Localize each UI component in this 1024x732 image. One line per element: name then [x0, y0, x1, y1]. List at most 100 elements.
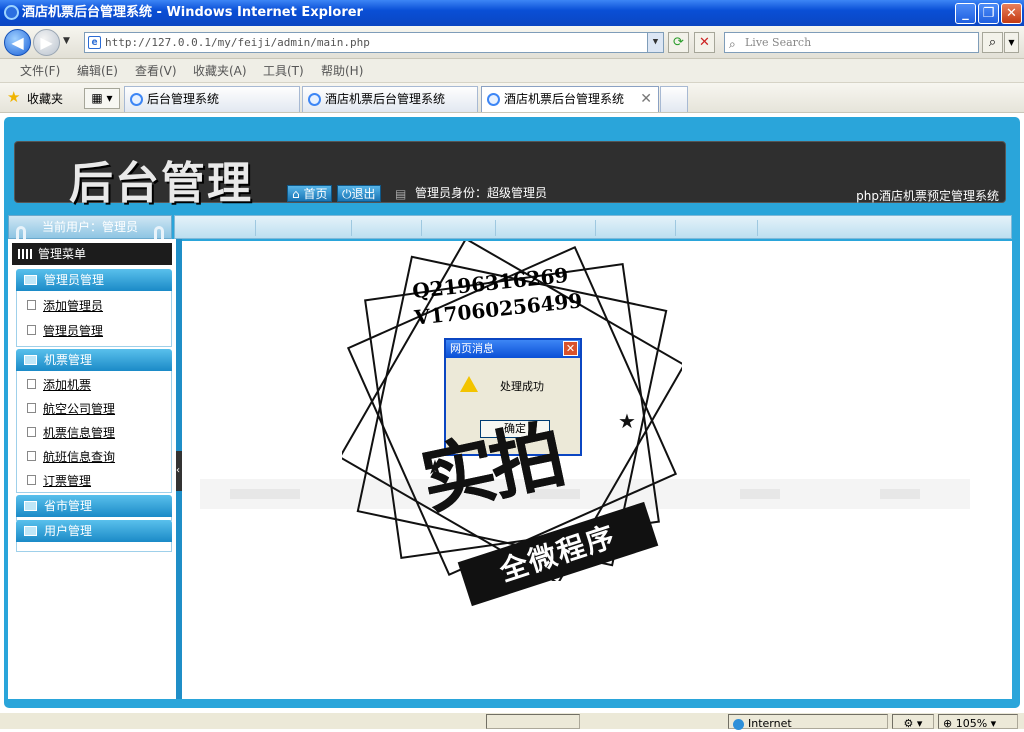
- search-input[interactable]: ⌕ Live Search: [724, 32, 979, 53]
- book-icon: [24, 355, 37, 365]
- tab-label: 酒店机票后台管理系统: [504, 92, 625, 106]
- document-icon: [27, 427, 36, 437]
- group-admin-management[interactable]: 管理员管理: [16, 269, 172, 291]
- menu-edit[interactable]: 编辑(E): [77, 59, 118, 83]
- maximize-button[interactable]: ❐: [978, 3, 999, 24]
- zone-label: Internet: [748, 717, 792, 730]
- header-banner: 后台管理 ⌂ 首页 ⏻退出 ▤ 管理员身份：超级管理员 php酒店机票预定管理系…: [14, 141, 1006, 209]
- menu-favorites[interactable]: 收藏夹(A): [193, 59, 247, 83]
- toolbar-divider: [255, 220, 256, 236]
- site-logo: 后台管理: [69, 158, 253, 209]
- ie-tab-icon: [130, 93, 143, 106]
- logout-label: 退出: [351, 187, 376, 201]
- minimize-button[interactable]: _: [955, 3, 976, 24]
- document-icon: [27, 325, 36, 335]
- address-dropdown-icon[interactable]: ▼: [647, 33, 663, 52]
- zoom-button[interactable]: ⊕ 105% ▾: [938, 714, 1018, 730]
- search-placeholder: Live Search: [745, 36, 812, 49]
- menu-view[interactable]: 查看(V): [135, 59, 177, 83]
- toolbar-divider: [495, 220, 496, 236]
- star-icon: ★: [426, 455, 444, 479]
- search-icon: ⌕: [729, 37, 736, 51]
- content-toolbar: [174, 215, 1012, 239]
- ie-logo-icon: [4, 5, 19, 20]
- group-label: 机票管理: [44, 353, 93, 367]
- forward-button[interactable]: ▶: [33, 29, 60, 56]
- group-admin-items: 添加管理员 管理员管理: [16, 291, 172, 347]
- stop-button[interactable]: ✕: [694, 32, 715, 53]
- power-icon: ⏻: [342, 187, 352, 201]
- star-icon: ★: [618, 409, 636, 433]
- toolbar-divider: [675, 220, 676, 236]
- quick-tabs-button[interactable]: ▦ ▾: [84, 88, 120, 109]
- address-text: http://127.0.0.1/my/feiji/admin/main.php: [105, 36, 370, 49]
- menu-tools[interactable]: 工具(T): [263, 59, 304, 83]
- sidebar-item-add-ticket[interactable]: 添加机票: [27, 376, 91, 393]
- admin-role: 管理员身份：超级管理员: [415, 186, 548, 200]
- address-bar[interactable]: e http://127.0.0.1/my/feiji/admin/main.p…: [84, 32, 664, 53]
- toolbar-divider: [757, 220, 758, 236]
- sidebar-item-add-admin[interactable]: 添加管理员: [27, 297, 103, 314]
- menu-title-label: 管理菜单: [38, 247, 87, 261]
- group-label: 用户管理: [44, 524, 93, 538]
- logout-button[interactable]: ⏻退出: [337, 185, 381, 202]
- status-bar: Internet ⚙ ▾ ⊕ 105% ▾: [0, 712, 1024, 730]
- refresh-button[interactable]: ⟳: [668, 32, 689, 53]
- protected-mode-button[interactable]: ⚙ ▾: [892, 714, 934, 730]
- history-dropdown-icon[interactable]: ▼: [63, 36, 70, 46]
- system-name: php酒店机票预定管理系统: [856, 189, 999, 203]
- faded-cell: [880, 489, 920, 499]
- document-icon: [27, 300, 36, 310]
- new-tab-button[interactable]: [660, 86, 688, 112]
- close-window-button[interactable]: ✕: [1001, 3, 1022, 24]
- sidebar-item-flight-query[interactable]: 航班信息查询: [27, 448, 115, 465]
- tab-label: 酒店机票后台管理系统: [325, 92, 446, 106]
- home-icon: ⌂: [292, 187, 300, 201]
- tab-3-active[interactable]: 酒店机票后台管理系统 ✕: [481, 86, 659, 112]
- group-ticket-items: 添加机票 航空公司管理 机票信息管理 航班信息查询 订票管理: [16, 371, 172, 493]
- group-label: 省市管理: [44, 499, 93, 513]
- tab-1[interactable]: 后台管理系统: [124, 86, 300, 112]
- back-button[interactable]: ◀: [4, 29, 31, 56]
- page-viewport: 后台管理 ⌂ 首页 ⏻退出 ▤ 管理员身份：超级管理员 php酒店机票预定管理系…: [0, 113, 1024, 712]
- sidebar-item-ticket-info[interactable]: 机票信息管理: [27, 424, 115, 441]
- group-user-items: [16, 542, 172, 552]
- ie-tab-icon: [308, 93, 321, 106]
- book-icon: [24, 275, 37, 285]
- menu-title: 管理菜单: [12, 243, 172, 265]
- document-icon: [27, 379, 36, 389]
- tab-2[interactable]: 酒店机票后台管理系统: [302, 86, 478, 112]
- current-user-panel: 当前用户：管理员: [8, 215, 172, 246]
- tab-label: 后台管理系统: [147, 92, 220, 106]
- sidebar-item-admin-management[interactable]: 管理员管理: [27, 322, 103, 339]
- home-label: 首页: [303, 187, 328, 201]
- favorites-button[interactable]: 收藏夹: [27, 90, 63, 107]
- menu-help[interactable]: 帮助(H): [321, 59, 363, 83]
- sidebar-item-airline-management[interactable]: 航空公司管理: [27, 400, 115, 417]
- sidebar: 管理菜单 管理员管理 添加管理员 管理员管理 机票管理 添加机票 航空公司管理 …: [8, 239, 176, 699]
- home-button[interactable]: ⌂ 首页: [287, 185, 333, 202]
- search-go-button[interactable]: ⌕: [982, 32, 1003, 53]
- toolbar-divider: [351, 220, 352, 236]
- book-icon: [24, 501, 37, 511]
- search-options-icon[interactable]: ▼: [1004, 32, 1019, 53]
- star-icon[interactable]: ★: [7, 88, 20, 106]
- globe-icon: [733, 718, 744, 730]
- grid-icon: [18, 249, 32, 259]
- chevron-down-icon: ▾: [990, 717, 997, 730]
- tab-close-icon[interactable]: ✕: [640, 87, 652, 111]
- zoom-icon: ⊕: [943, 717, 953, 730]
- menu-bar: 文件(F) 编辑(E) 查看(V) 收藏夹(A) 工具(T) 帮助(H): [0, 59, 1024, 83]
- group-province-management[interactable]: 省市管理: [16, 495, 172, 517]
- menu-file[interactable]: 文件(F): [20, 59, 60, 83]
- ie-tab-icon: [487, 93, 500, 106]
- grid-icon: ▤: [395, 187, 407, 201]
- sidebar-item-booking-management[interactable]: 订票管理: [27, 472, 91, 489]
- group-ticket-management[interactable]: 机票管理: [16, 349, 172, 371]
- main-content: 网页消息 ✕ 处理成功 确定 Q2196316269 V17060256499 …: [182, 241, 1012, 699]
- document-icon: [27, 403, 36, 413]
- group-user-management[interactable]: 用户管理: [16, 520, 172, 542]
- window-titlebar: 酒店机票后台管理系统 - Windows Internet Explorer _…: [0, 0, 1024, 26]
- toolbar-divider: [421, 220, 422, 236]
- faded-cell: [230, 489, 300, 499]
